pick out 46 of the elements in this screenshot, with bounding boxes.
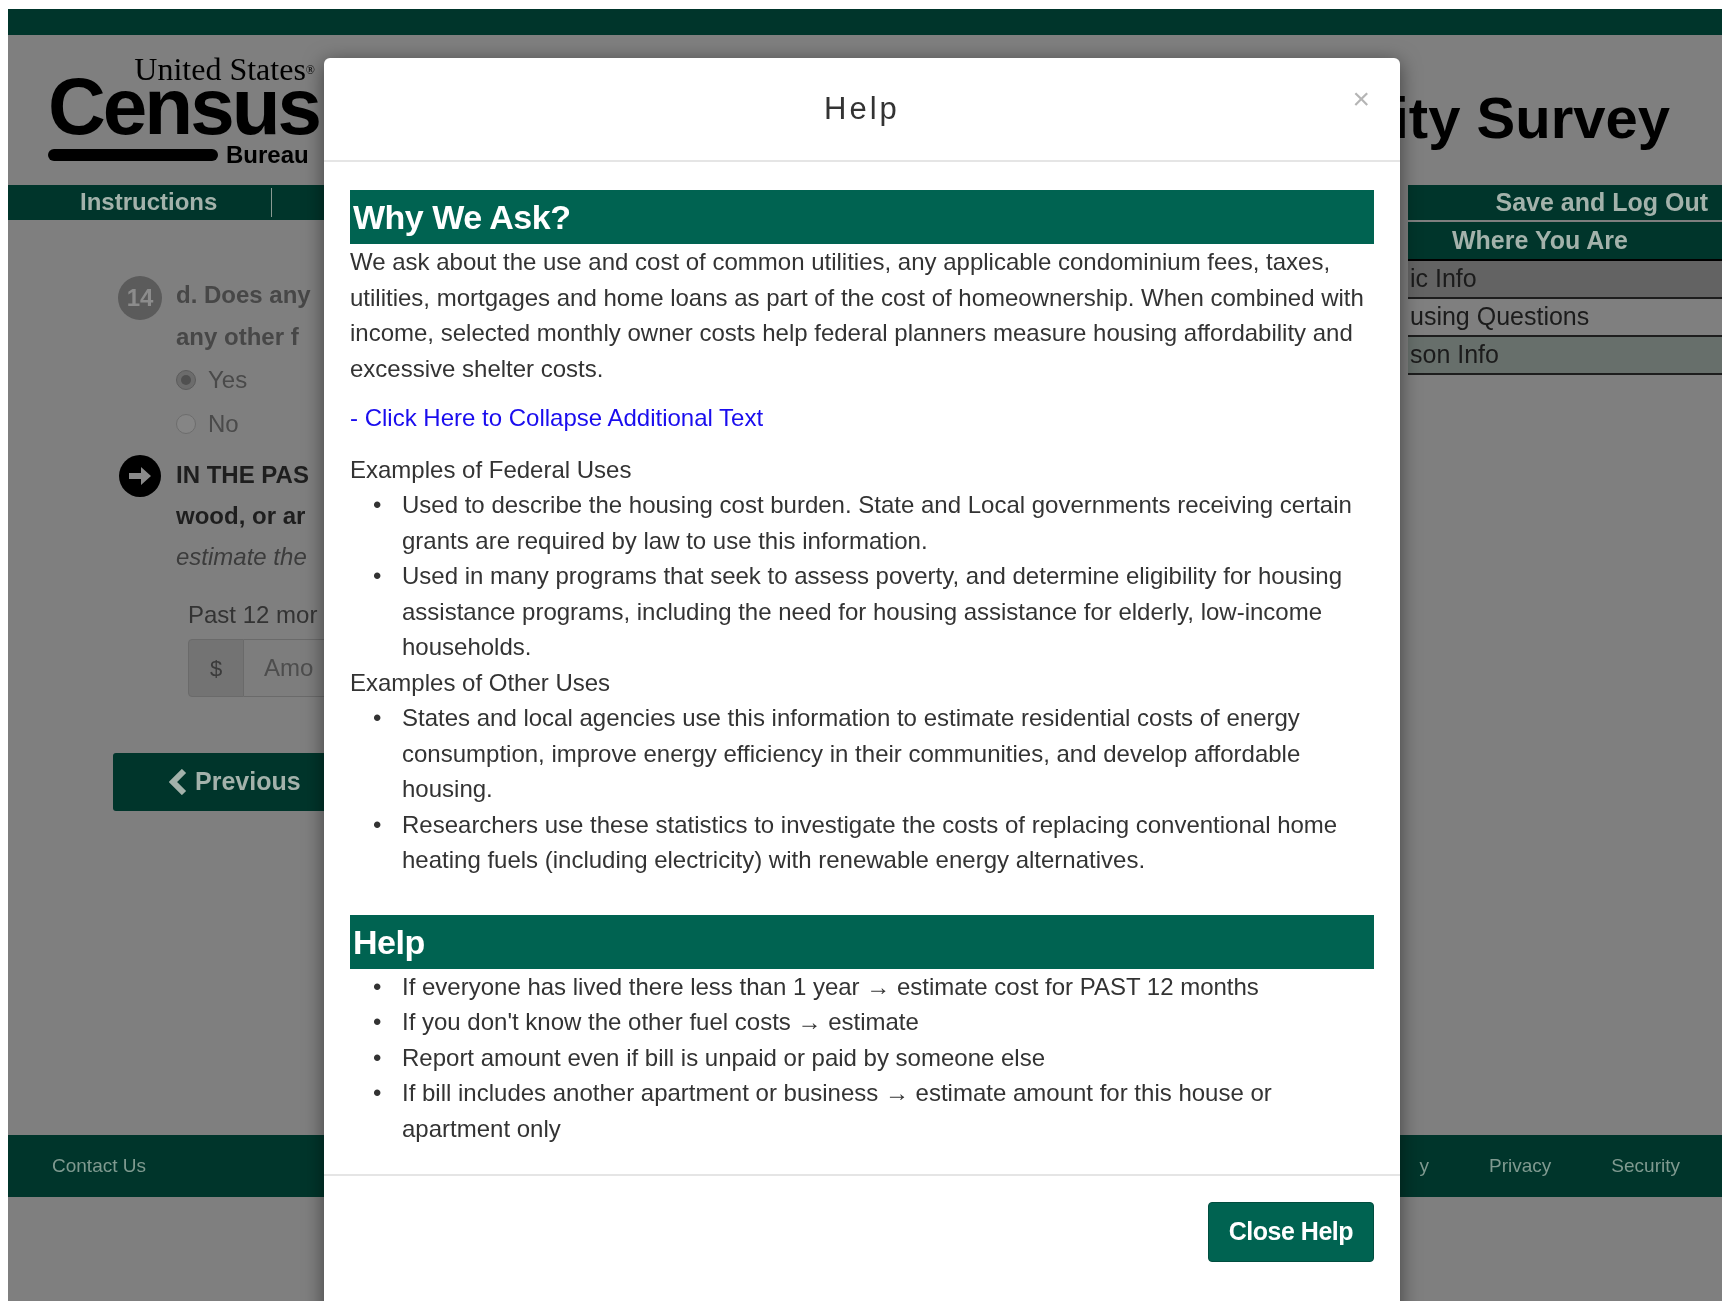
logo-text: Bureau	[226, 143, 309, 167]
list-item: Used to describe the housing cost burden. State and Local governments receiving certain grants are required by law to use this information.	[402, 490, 1353, 556]
bullet: •	[373, 809, 383, 840]
instruction-note: estimate the	[176, 542, 308, 572]
footer-link[interactable]: y	[1419, 1151, 1430, 1181]
list-item: If bill includes another apartment or business → estimate amount for this house or apartment only	[402, 1078, 1273, 1144]
save-logout-link[interactable]: Save and Log Out	[1495, 183, 1708, 222]
instruction-text: wood, or ar	[176, 501, 307, 531]
collapse-link[interactable]: - Click Here to Collapse Additional Text	[350, 400, 764, 436]
section-heading: Why We Ask?	[350, 190, 1374, 244]
bullet: •	[373, 490, 383, 520]
footer-link[interactable]: Security	[1611, 1151, 1680, 1181]
list-item: States and local agencies use this information to estimate residential costs of energy consumption, improve energy efficiency in their communities, and develop affordable housing.	[402, 703, 1302, 804]
sidebar-item[interactable]: ic Info	[1408, 261, 1722, 299]
section-heading: Help	[350, 914, 1374, 969]
paragraph: We ask about the use and cost of common utilities, any applicable condominium fees, taxes, utilities, mortgages and home loans as part of the cost of homeownership. When combined with income, selected monthly owner costs help federal planners measure housing affordability and excessive shelter costs.	[350, 247, 1365, 384]
footer-link[interactable]: Privacy	[1489, 1151, 1552, 1181]
bullet: •	[373, 1007, 383, 1037]
list-item: Used in many programs that seek to assess poverty, and determine eligibility for housing assistance programs, including the need for housing assistance for elderly, low-income households.	[402, 561, 1344, 662]
question-text: any other f	[176, 322, 300, 352]
question-text: d. Does any	[176, 280, 311, 310]
radio-button[interactable]	[176, 370, 196, 390]
previous-button[interactable]: Previous	[113, 753, 325, 811]
group-title: Examples of Other Uses	[350, 667, 612, 698]
list-item: If you don't know the other fuel costs → estimate	[402, 1007, 919, 1037]
dialog-title: Help	[824, 90, 900, 128]
bullet: •	[373, 703, 383, 733]
sidebar-item[interactable]: son Info	[1408, 337, 1722, 375]
amount-label: Past 12 mor	[188, 600, 319, 630]
radio-button[interactable]	[176, 414, 196, 434]
list-item: Researchers use these statistics to investigate the costs of replacing conventional home heating fuels (including electricity) with renewable energy alternatives.	[402, 809, 1339, 875]
bullet: •	[373, 1078, 383, 1108]
bullet: •	[373, 971, 383, 1002]
chevron-left-icon	[169, 769, 187, 795]
sidebar-header: Where You Are	[1408, 222, 1722, 261]
list-item: If everyone has lived there less than 1 year → estimate cost for PAST 12 months	[402, 971, 1259, 1002]
close-help-button[interactable]: Close Help	[1207, 1202, 1374, 1262]
bullet: •	[373, 561, 383, 591]
list-item: Report amount even if bill is unpaid or paid by someone else	[402, 1042, 1046, 1073]
instructions-link[interactable]: Instructions	[8, 188, 273, 217]
footer-link[interactable]: Contact Us	[52, 1151, 146, 1181]
instruction-text: IN THE PAS	[176, 460, 309, 490]
currency-prefix: $	[188, 639, 244, 697]
bullet: •	[373, 1042, 383, 1073]
group-title: Examples of Federal Uses	[350, 454, 633, 485]
arrow-right-icon	[118, 454, 162, 498]
